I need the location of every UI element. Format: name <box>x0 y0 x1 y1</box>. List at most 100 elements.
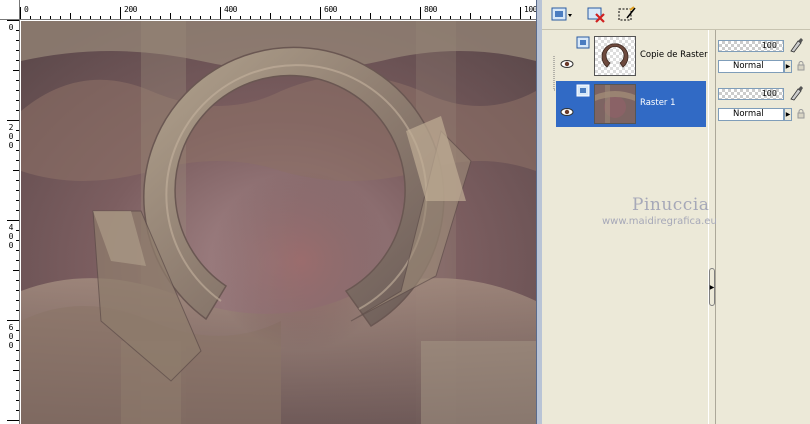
eye-icon[interactable] <box>560 107 574 117</box>
ruler-label: 600 <box>324 5 337 14</box>
ruler-tick <box>140 16 141 19</box>
ruler-tick <box>16 180 19 181</box>
ruler-tick <box>180 16 181 19</box>
ruler-tick <box>16 30 19 31</box>
new-layer-icon[interactable] <box>550 4 574 26</box>
lock-icon[interactable] <box>796 109 806 119</box>
ruler-tick <box>7 320 19 321</box>
ruler-tick <box>16 400 19 401</box>
ruler-tick <box>16 50 19 51</box>
ruler-label: 400 <box>224 5 237 14</box>
mask-icon[interactable] <box>616 4 638 26</box>
image-canvas[interactable] <box>21 21 536 424</box>
ruler-tick <box>40 16 41 19</box>
ruler-tick <box>7 420 19 421</box>
ruler-tick <box>16 300 19 301</box>
layer-thumbnail <box>594 36 636 76</box>
blend-mode-arrow-icon[interactable]: ▶ <box>784 108 792 121</box>
ruler-tick <box>370 13 371 19</box>
panel-splitter[interactable]: ▶ <box>708 30 716 424</box>
ruler-tick <box>480 16 481 19</box>
ruler-tick <box>450 16 451 19</box>
ruler-tick <box>240 16 241 19</box>
ruler-tick <box>13 370 19 371</box>
ruler-tick <box>130 16 131 19</box>
layer-name: Copie de Raster 1 <box>640 50 716 60</box>
ruler-tick <box>16 340 19 341</box>
ruler-label: 800 <box>424 5 437 14</box>
ruler-tick <box>16 280 19 281</box>
left-ruler: 0 2 0 0 4 0 0 6 0 0 <box>0 20 20 424</box>
ruler-tick <box>170 13 171 19</box>
ruler-tick <box>320 7 321 19</box>
layer-thumbnail <box>594 84 636 124</box>
ruler-tick <box>16 380 19 381</box>
ruler-tick <box>150 16 151 19</box>
ruler-tick <box>410 16 411 19</box>
ruler-tick <box>390 16 391 19</box>
ruler-label: 0 <box>8 23 14 32</box>
ruler-tick <box>350 16 351 19</box>
ruler-tick <box>330 16 331 19</box>
top-ruler: 0 200 400 600 800 100 <box>20 0 540 20</box>
ruler-tick <box>30 16 31 19</box>
ruler-tick <box>16 240 19 241</box>
ruler-tick <box>360 16 361 19</box>
paintbrush-icon[interactable] <box>788 37 804 53</box>
ruler-tick <box>110 16 111 19</box>
ruler-tick <box>13 70 19 71</box>
ruler-tick <box>13 170 19 171</box>
ruler-tick <box>16 310 19 311</box>
watermark-title: Pinuccia <box>632 195 710 215</box>
ruler-tick <box>16 90 19 91</box>
ruler-tick <box>470 13 471 19</box>
ruler-tick <box>430 16 431 19</box>
ruler-tick <box>16 60 19 61</box>
ruler-tick <box>120 7 121 19</box>
ruler-tick <box>280 16 281 19</box>
ruler-tick <box>16 100 19 101</box>
ruler-tick <box>200 16 201 19</box>
opacity-slider[interactable]: 100 <box>718 40 784 52</box>
splitter-handle-arrow-icon[interactable]: ▶ <box>709 268 715 306</box>
ruler-tick <box>16 140 19 141</box>
ruler-tick <box>520 7 521 19</box>
ruler-tick <box>310 16 311 19</box>
ruler-tick <box>20 7 21 19</box>
watermark-url: www.maidiregrafica.eu <box>602 216 717 227</box>
ruler-label: 2 0 0 <box>8 123 14 150</box>
lock-icon[interactable] <box>796 61 806 71</box>
eye-icon[interactable] <box>560 59 574 69</box>
raster-layer-icon <box>576 36 590 49</box>
ruler-tick <box>80 16 81 19</box>
ruler-tick <box>400 16 401 19</box>
ruler-tick <box>530 16 531 19</box>
ruler-tick <box>250 16 251 19</box>
ruler-tick <box>16 260 19 261</box>
ruler-tick <box>16 200 19 201</box>
layer-props-raster-1: 100 Normal ▶ <box>718 81 810 127</box>
ruler-tick <box>7 20 19 21</box>
blend-mode-select[interactable]: Normal <box>718 60 784 73</box>
opacity-value: 100 <box>761 41 777 50</box>
ruler-tick <box>16 330 19 331</box>
ruler-label: 200 <box>124 5 137 14</box>
ruler-label: 6 0 0 <box>8 323 14 350</box>
ruler-label: 4 0 0 <box>8 223 14 250</box>
layers-toolbar <box>542 0 810 30</box>
opacity-slider[interactable]: 100 <box>718 88 784 100</box>
ruler-tick <box>440 16 441 19</box>
blend-mode-select[interactable]: Normal <box>718 108 784 121</box>
blend-mode-arrow-icon[interactable]: ▶ <box>784 60 792 73</box>
paintbrush-icon[interactable] <box>788 85 804 101</box>
ruler-tick <box>290 16 291 19</box>
ruler-tick <box>60 16 61 19</box>
layer-row-copie-de-raster-1[interactable]: Copie de Raster 1 <box>556 33 716 79</box>
ruler-tick <box>300 16 301 19</box>
ruler-tick <box>16 150 19 151</box>
layer-properties-column: 100 Normal ▶ 100 Normal ▶ <box>718 30 810 424</box>
delete-layer-icon[interactable] <box>586 4 608 26</box>
layer-row-raster-1[interactable]: Raster 1 <box>556 81 706 127</box>
canvas-artwork <box>21 21 536 424</box>
ruler-tick <box>270 13 271 19</box>
